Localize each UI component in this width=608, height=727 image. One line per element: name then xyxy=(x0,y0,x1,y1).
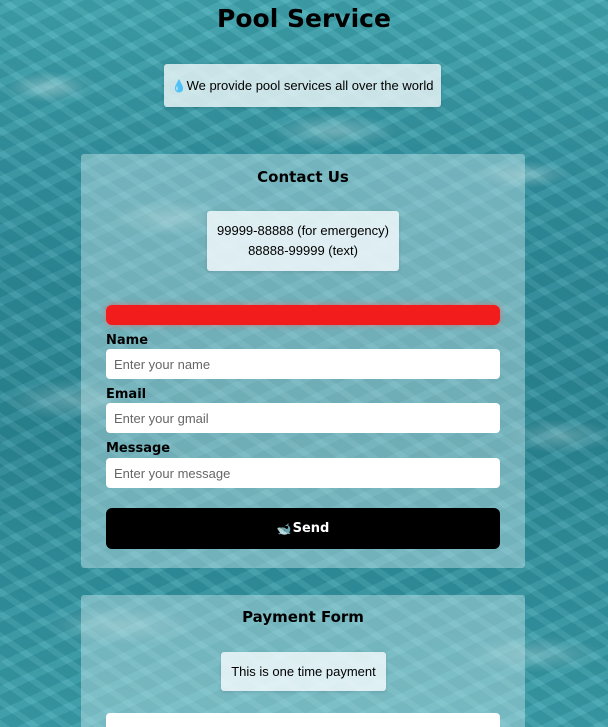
name-label: Name xyxy=(106,333,149,348)
payment-card: Payment Form This is one time payment xyxy=(81,595,525,727)
message-label: Message xyxy=(106,441,171,456)
payment-input[interactable] xyxy=(106,713,500,727)
tagline-text: We provide pool services all over the wo… xyxy=(186,78,434,93)
water-droplet-icon: 💧 xyxy=(171,78,187,93)
name-input[interactable] xyxy=(106,349,500,379)
payment-note-text: This is one time payment xyxy=(231,663,376,679)
send-button-label: Send xyxy=(292,521,330,536)
message-input[interactable] xyxy=(106,458,500,488)
contact-card: Contact Us 99999-88888 (for emergency) 8… xyxy=(81,154,525,568)
contact-title: Contact Us xyxy=(257,168,349,186)
tagline-box: 💧 We provide pool services all over the … xyxy=(164,64,441,107)
email-input[interactable] xyxy=(106,403,500,433)
payment-title: Payment Form xyxy=(242,608,364,626)
phone-emergency: 99999-88888 (for emergency) xyxy=(217,223,389,238)
phone-numbers-box: 99999-88888 (for emergency) 88888-99999 … xyxy=(207,211,399,271)
send-button[interactable]: 🐋 Send xyxy=(106,508,500,549)
email-label: Email xyxy=(106,387,147,402)
error-alert-bar xyxy=(106,305,500,325)
whale-icon: 🐋 xyxy=(276,521,292,536)
one-time-payment-note: This is one time payment xyxy=(221,652,386,691)
phone-text: 88888-99999 (text) xyxy=(248,243,358,258)
page-title: Pool Service xyxy=(217,4,391,33)
